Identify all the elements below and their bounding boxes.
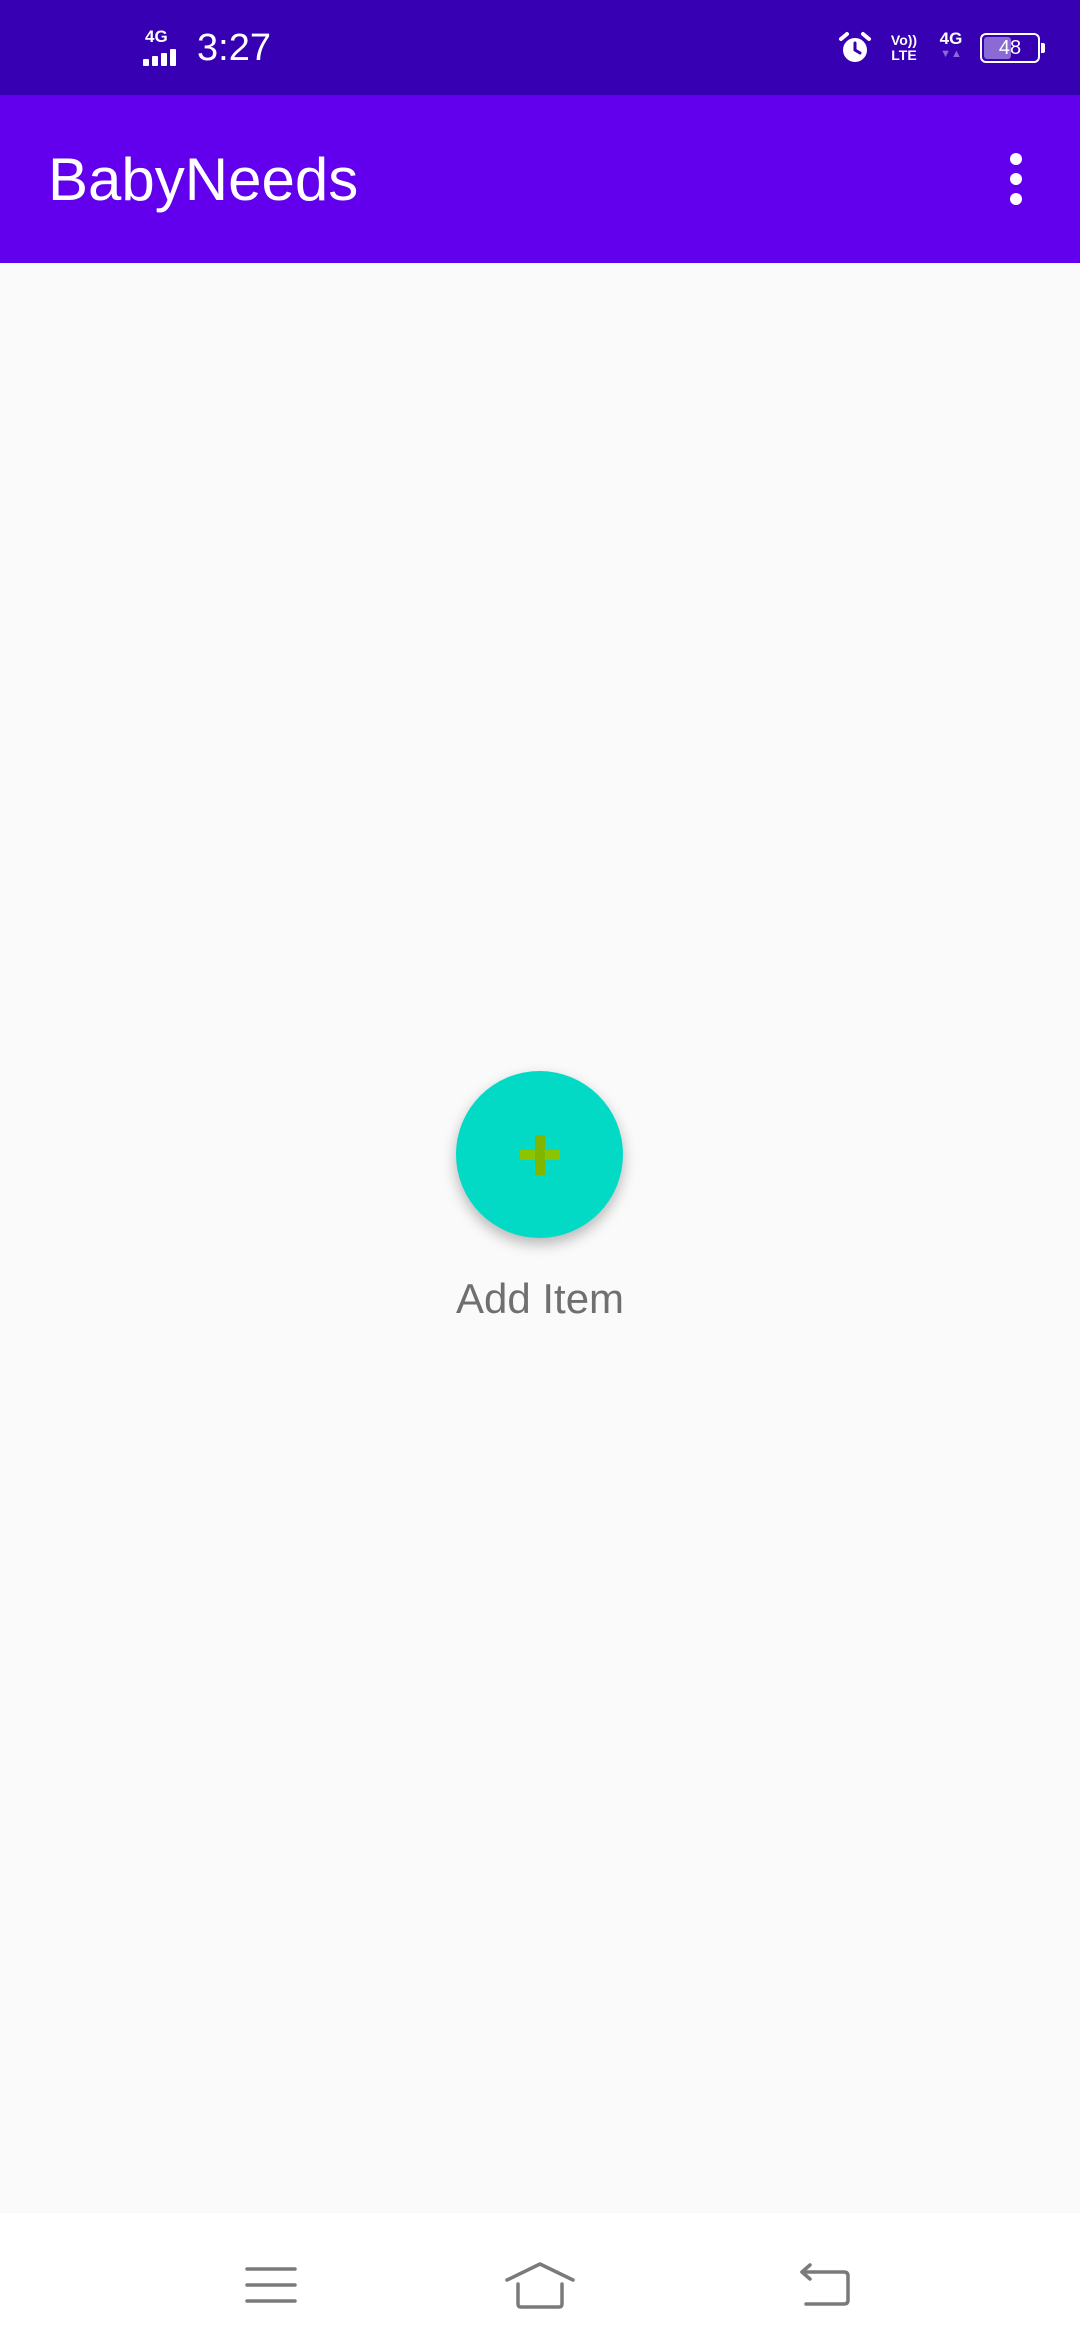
signal-icon: 4G bbox=[143, 28, 183, 68]
main-content: Add Item bbox=[0, 263, 1080, 2213]
data-label: 4G bbox=[939, 28, 963, 48]
status-right: Vo)) LTE 4G ▼▲ 48 bbox=[838, 0, 1045, 95]
back-icon bbox=[800, 2263, 850, 2306]
status-left: 4G 3:27 bbox=[143, 0, 271, 95]
app-bar: BabyNeeds bbox=[0, 95, 1080, 263]
navigation-bar bbox=[0, 2213, 1080, 2340]
home-icon bbox=[505, 2262, 575, 2309]
data-arrows-icon: ▼▲ bbox=[940, 47, 962, 60]
volte-label-bottom: LTE bbox=[891, 46, 917, 63]
nav-back-button[interactable] bbox=[774, 2235, 874, 2335]
add-item-button[interactable] bbox=[456, 1071, 623, 1238]
clock: 3:27 bbox=[197, 26, 271, 69]
status-bar: 4G 3:27 Vo)) LTE 4G ▼▲ 48 bbox=[0, 0, 1080, 95]
data-4g-icon: 4G ▼▲ bbox=[936, 28, 966, 66]
battery-level: 48 bbox=[998, 36, 1022, 59]
add-item-label: Add Item bbox=[455, 1275, 625, 1322]
app-title: BabyNeeds bbox=[48, 145, 359, 213]
hamburger-icon bbox=[245, 2267, 297, 2303]
alarm-icon bbox=[839, 31, 871, 62]
nav-menu-button[interactable] bbox=[221, 2235, 321, 2335]
volte-icon: Vo)) LTE bbox=[888, 30, 920, 66]
nav-home-button[interactable] bbox=[490, 2235, 590, 2335]
more-vert-icon bbox=[1010, 153, 1022, 205]
overflow-menu-button[interactable] bbox=[966, 129, 1066, 229]
battery-icon: 48 bbox=[980, 32, 1045, 63]
battery-tip bbox=[1041, 42, 1045, 53]
volte-label-top: Vo)) bbox=[890, 31, 918, 48]
signal-bars bbox=[143, 48, 183, 66]
network-type-label: 4G bbox=[145, 26, 168, 46]
plus-icon bbox=[519, 1134, 560, 1175]
